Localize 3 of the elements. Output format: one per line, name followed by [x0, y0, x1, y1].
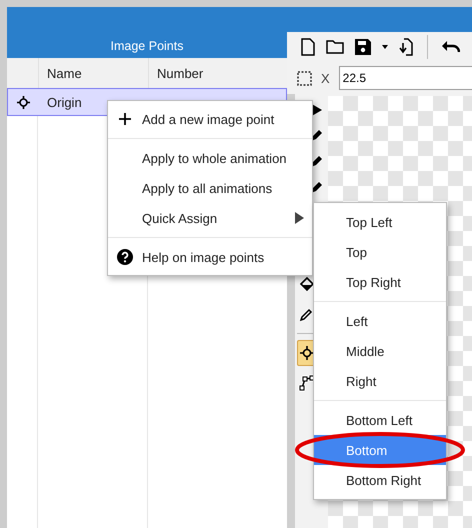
panel-title: Image Points: [110, 39, 184, 53]
x-label: X: [321, 70, 330, 86]
table-cell: Origin: [47, 94, 82, 110]
